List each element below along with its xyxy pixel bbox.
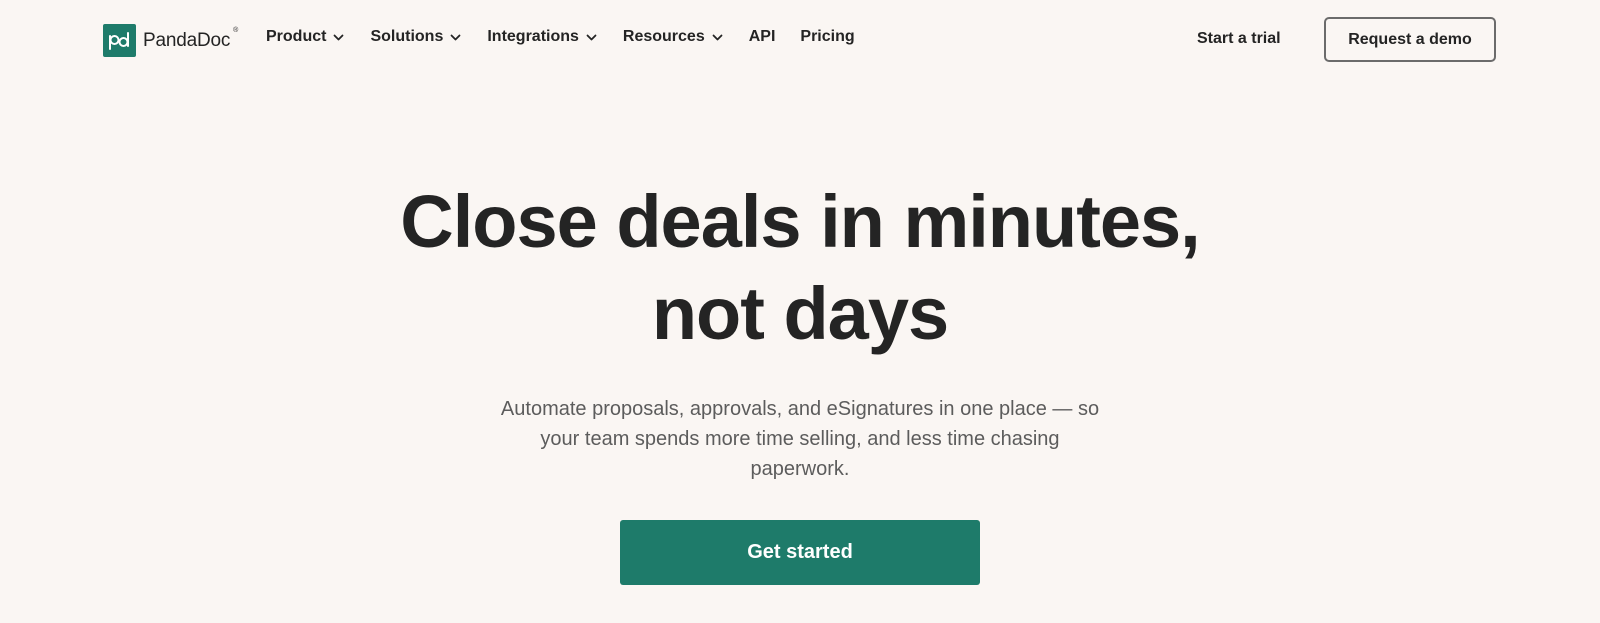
start-trial-link[interactable]: Start a trial xyxy=(1197,30,1281,48)
nav-item-label: Product xyxy=(266,28,327,45)
get-started-button[interactable]: Get started xyxy=(620,520,980,585)
hero-subtitle-line: paperwork. xyxy=(750,458,850,480)
nav-item-solutions[interactable]: Solutions xyxy=(370,28,462,46)
nav-item-resources[interactable]: Resources xyxy=(623,28,724,46)
hero-title: Close deals in minutes, not days xyxy=(0,176,1600,360)
hero-subtitle-line: Automate proposals, approvals, and eSign… xyxy=(500,398,1100,420)
chevron-down-icon xyxy=(585,31,598,44)
chevron-down-icon xyxy=(332,31,345,44)
registered-mark: ® xyxy=(233,26,239,34)
hero-title-line: not days xyxy=(651,272,949,355)
request-demo-button[interactable]: Request a demo xyxy=(1324,17,1496,62)
nav-item-product[interactable]: Product xyxy=(266,28,345,46)
chevron-down-icon xyxy=(449,31,462,44)
main-nav: Product Solutions Integrations Resources… xyxy=(266,28,880,46)
nav-item-label: Integrations xyxy=(487,28,579,45)
hero-title-line: Close deals in minutes, xyxy=(400,180,1200,263)
chevron-down-icon xyxy=(711,31,724,44)
nav-item-label: Resources xyxy=(622,28,705,45)
hero-subtitle-line: your team spends more time selling, and … xyxy=(540,428,1060,450)
brand-name: PandaDoc ® xyxy=(143,26,239,51)
nav-item-integrations[interactable]: Integrations xyxy=(487,28,598,46)
nav-item-api[interactable]: API xyxy=(749,28,776,46)
hero-subtitle: Automate proposals, approvals, and eSign… xyxy=(460,394,1140,484)
pandadoc-logo-icon xyxy=(103,24,136,57)
nav-item-label: Pricing xyxy=(800,28,855,45)
nav-item-pricing[interactable]: Pricing xyxy=(800,28,854,46)
site-header: PandaDoc ® Product Solutions Integrations… xyxy=(0,0,1600,82)
pandadoc-logo[interactable]: PandaDoc ® xyxy=(103,24,239,57)
nav-item-label: API xyxy=(748,28,776,45)
nav-item-label: Solutions xyxy=(370,28,444,45)
